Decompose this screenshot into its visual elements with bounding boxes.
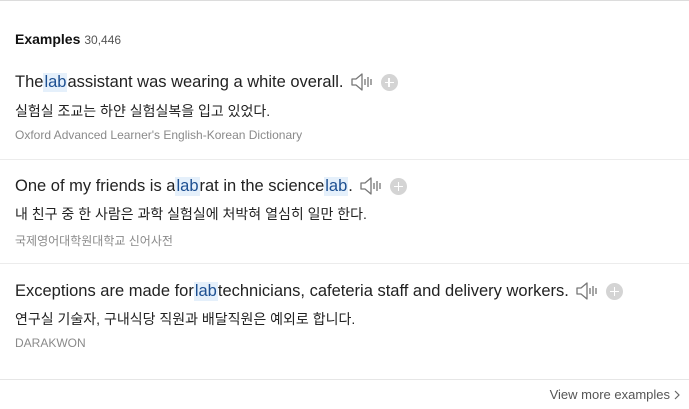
sentence-text: One of my friends is a (15, 176, 176, 195)
speaker-icon[interactable] (359, 176, 383, 196)
example-sentence: Exceptions are made for lab technicians,… (15, 281, 623, 301)
keyword-highlight: lab (175, 176, 200, 196)
example-translation: 내 친구 중 한 사람은 과학 실험실에 처박혀 열심히 일만 한다. (15, 206, 367, 222)
example-divider (0, 159, 689, 160)
chevron-right-icon (674, 390, 680, 399)
examples-count: 30,446 (84, 33, 122, 47)
speaker-icon[interactable] (575, 281, 599, 301)
keyword-highlight: lab (43, 72, 68, 92)
add-to-wordbook-plus-icon[interactable] (380, 73, 398, 91)
sentence-text: rat in the science (199, 176, 325, 195)
keyword-highlight: lab (324, 176, 349, 196)
example-source: Oxford Advanced Learner's English-Korean… (15, 128, 303, 142)
example-divider (0, 263, 689, 264)
top-divider (0, 0, 689, 1)
example-source: 국제영어대학원대학교 신어사전 (15, 234, 173, 248)
keyword-highlight: lab (193, 281, 218, 301)
sentence-text: . (348, 176, 353, 195)
sentence-text: assistant was wearing a white overall. (67, 72, 344, 91)
example-source: DARAKWON (15, 336, 86, 350)
examples-header: Examples 30,446 (15, 31, 121, 47)
add-to-wordbook-plus-icon[interactable] (389, 177, 407, 195)
sentence-text: technicians, cafeteria staff and deliver… (217, 281, 569, 300)
view-more-label: View more examples (549, 387, 670, 402)
view-more-examples-link[interactable]: View more examples (550, 387, 680, 402)
example-sentence: The lab assistant was wearing a white ov… (15, 72, 398, 92)
example-translation: 연구실 기술자, 구내식당 직원과 배달직원은 예외로 합니다. (15, 311, 356, 327)
example-translation: 실험실 조교는 하얀 실험실복을 입고 있었다. (15, 103, 271, 119)
sentence-text: The (15, 72, 44, 91)
sentence-text: Exceptions are made for (15, 281, 194, 300)
add-to-wordbook-plus-icon[interactable] (605, 282, 623, 300)
footer-divider (0, 379, 689, 380)
speaker-icon[interactable] (350, 72, 374, 92)
example-sentence: One of my friends is a lab rat in the sc… (15, 176, 407, 196)
section-title: Examples (15, 31, 81, 47)
